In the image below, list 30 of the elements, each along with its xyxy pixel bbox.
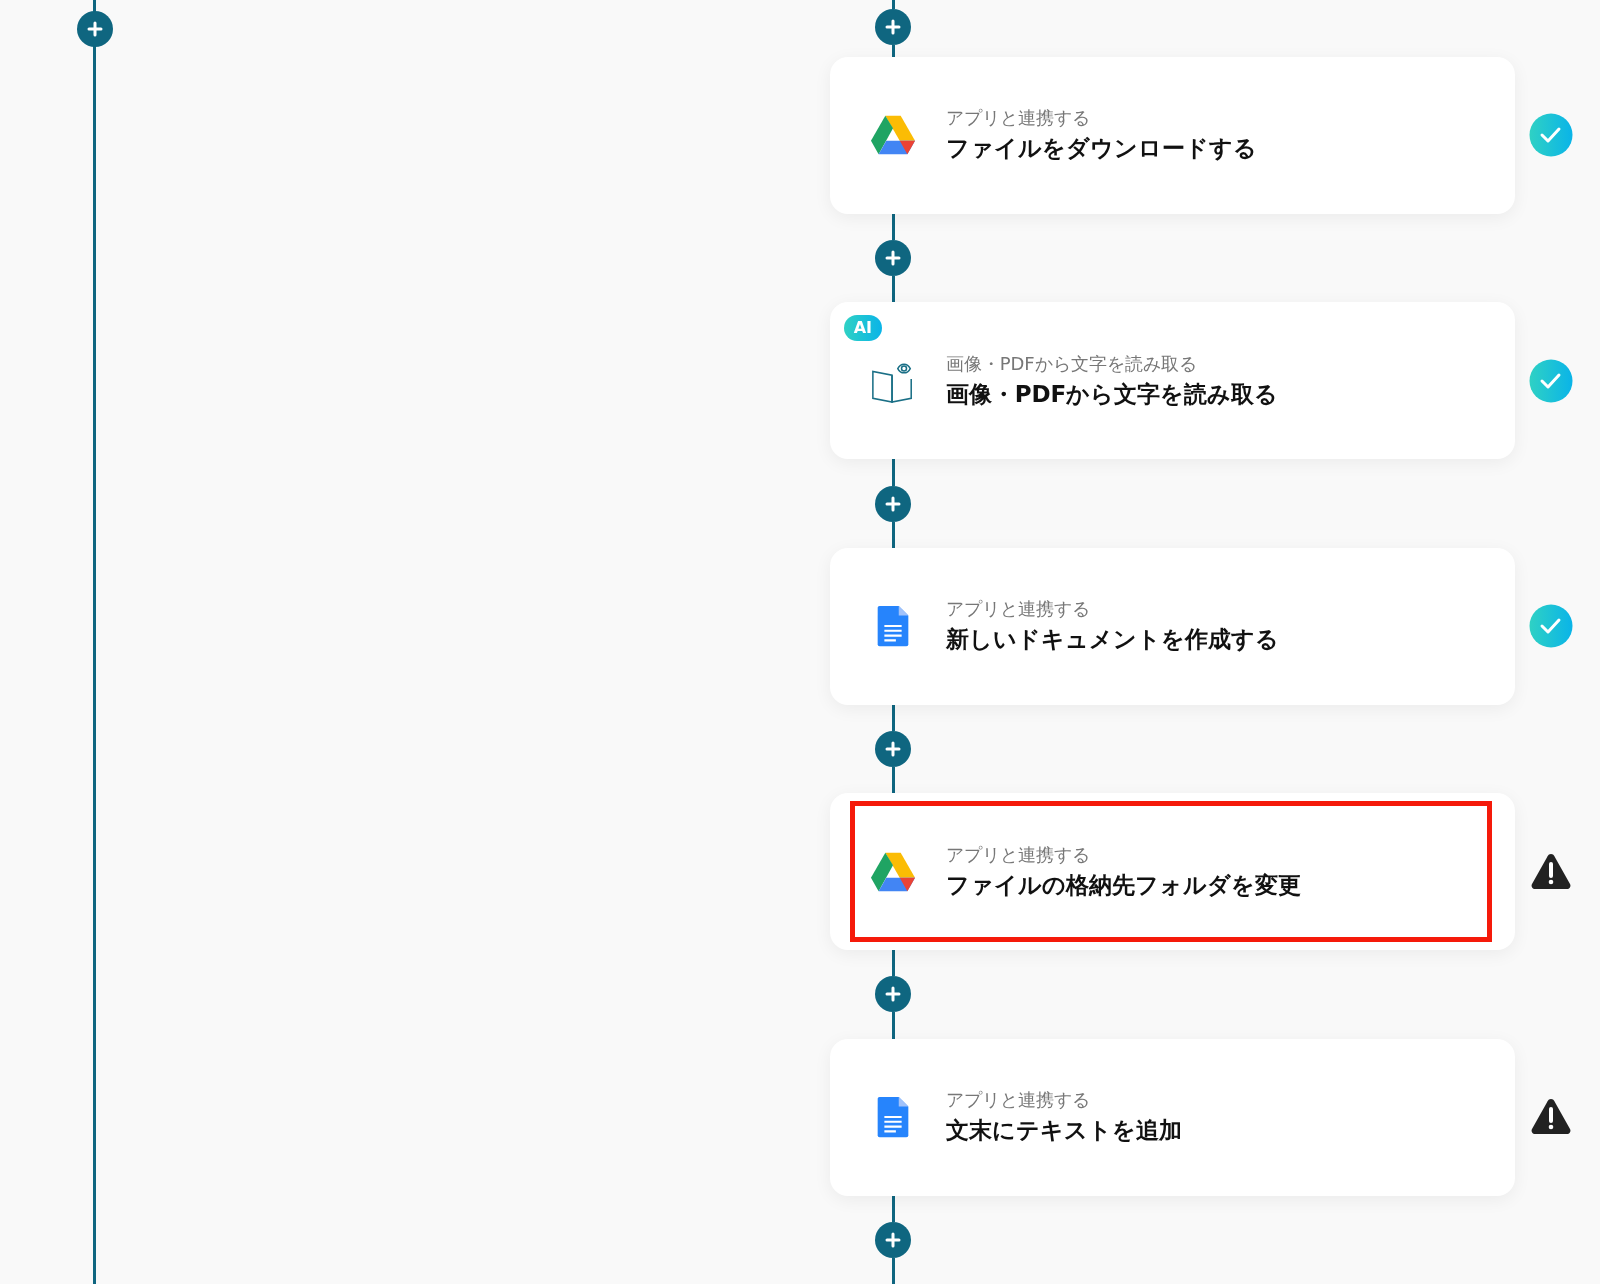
add-step-button[interactable] xyxy=(77,11,113,47)
plus-icon xyxy=(885,1231,902,1248)
step-title: 新しいドキュメントを作成する xyxy=(945,625,1279,655)
step-subtitle: アプリと連携する xyxy=(945,1088,1091,1113)
step-title: ファイルをダウンロードする xyxy=(945,134,1257,164)
step-subtitle: アプリと連携する xyxy=(945,106,1091,131)
step-subtitle: 画像・PDFから文字を読み取る xyxy=(945,351,1198,376)
step-card[interactable]: AI 画像・PDFから文字を読み取る 画像・PDFから文字を読み取る xyxy=(829,302,1515,460)
step-card[interactable]: アプリと連携する 文末にテキストを追加 xyxy=(829,1038,1515,1196)
plus-icon xyxy=(87,21,103,37)
plus-icon xyxy=(885,250,902,267)
step-title: ファイルの格納先フォルダを変更 xyxy=(945,870,1301,900)
add-step-button[interactable] xyxy=(875,485,912,522)
add-step-button[interactable] xyxy=(875,730,912,767)
add-step-button[interactable] xyxy=(875,976,912,1013)
add-step-button[interactable] xyxy=(875,9,912,45)
plus-icon xyxy=(885,495,902,512)
step-card[interactable]: アプリと連携する ファイルの格納先フォルダを変更 xyxy=(829,793,1515,951)
plus-icon xyxy=(885,740,902,757)
step-card[interactable]: アプリと連携する ファイルをダウンロードする xyxy=(829,56,1515,214)
step-title: 文末にテキストを追加 xyxy=(945,1116,1182,1146)
step-subtitle: アプリと連携する xyxy=(945,842,1091,867)
ai-badge: AI xyxy=(843,315,882,342)
plus-icon xyxy=(885,19,902,35)
step-subtitle: アプリと連携する xyxy=(945,597,1091,622)
step-title: 画像・PDFから文字を読み取る xyxy=(945,379,1279,409)
plus-icon xyxy=(885,986,902,1003)
add-step-button[interactable] xyxy=(875,240,912,277)
step-card[interactable]: アプリと連携する 新しいドキュメントを作成する xyxy=(829,547,1515,705)
add-step-button[interactable] xyxy=(875,1221,912,1258)
